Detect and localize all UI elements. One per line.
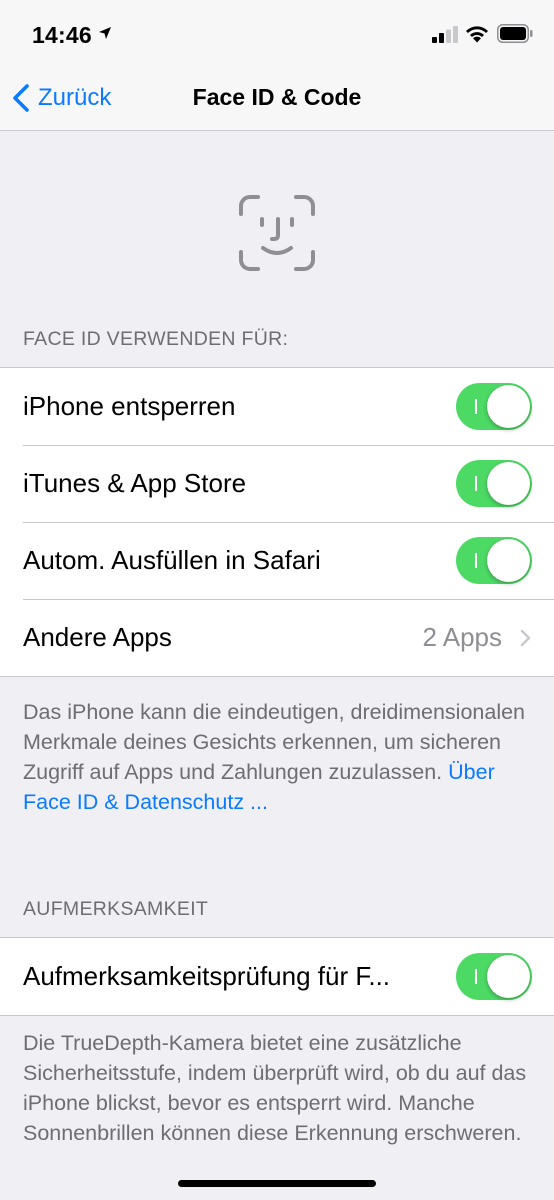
toggle-knob xyxy=(487,462,530,505)
battery-icon xyxy=(497,24,533,43)
attention-group: Aufmerksamkeitsprüfung für F... xyxy=(0,937,554,1016)
status-time: 14:46 xyxy=(32,22,92,48)
row-label: Autom. Ausfüllen in Safari xyxy=(23,545,321,575)
section-header-attention: AUFMERKSAMKEIT xyxy=(23,898,209,920)
attention-check-toggle[interactable] xyxy=(456,953,532,1000)
wifi-icon xyxy=(466,26,488,43)
toggle-on-mark xyxy=(475,969,477,984)
row-other-apps[interactable]: Andere Apps 2 Apps xyxy=(0,599,554,676)
safari-autofill-toggle[interactable] xyxy=(456,537,532,584)
section-header-face-id-use: FACE ID VERWENDEN FÜR: xyxy=(23,328,289,350)
face-id-footer: Das iPhone kann die eindeutigen, dreidim… xyxy=(23,697,533,817)
location-arrow-icon xyxy=(99,27,111,39)
row-label: Aufmerksamkeitsprüfung für F... xyxy=(23,961,391,991)
face-id-use-group: iPhone entsperren iTunes & App Store Aut… xyxy=(0,367,554,677)
toggle-on-mark xyxy=(475,476,477,491)
page-title: Face ID & Code xyxy=(192,84,362,110)
row-label: Andere Apps xyxy=(23,622,172,652)
attention-footer: Die TrueDepth-Kamera bietet eine zusätzl… xyxy=(23,1031,527,1145)
home-indicator[interactable] xyxy=(178,1180,376,1187)
iphone-unlock-toggle[interactable] xyxy=(456,383,532,430)
status-bar: 14:46 xyxy=(0,0,554,66)
navigation-bar: Zurück Face ID & Code xyxy=(0,66,554,131)
toggle-knob xyxy=(487,955,530,998)
itunes-app-store-toggle[interactable] xyxy=(456,460,532,507)
toggle-on-mark xyxy=(475,399,477,414)
toggle-knob xyxy=(487,539,530,582)
face-id-icon xyxy=(239,195,315,271)
toggle-on-mark xyxy=(475,553,477,568)
row-safari-autofill: Autom. Ausfüllen in Safari xyxy=(0,522,554,599)
row-label: iPhone entsperren xyxy=(23,391,236,421)
row-itunes-app-store: iTunes & App Store xyxy=(0,445,554,522)
chevron-right-icon xyxy=(520,629,531,647)
other-apps-count: 2 Apps xyxy=(422,622,502,652)
row-label: iTunes & App Store xyxy=(23,468,247,498)
row-iphone-unlock: iPhone entsperren xyxy=(0,368,554,445)
cellular-signal-icon xyxy=(432,26,458,43)
toggle-knob xyxy=(487,385,530,428)
row-attention-check: Aufmerksamkeitsprüfung für F... xyxy=(0,938,554,1015)
